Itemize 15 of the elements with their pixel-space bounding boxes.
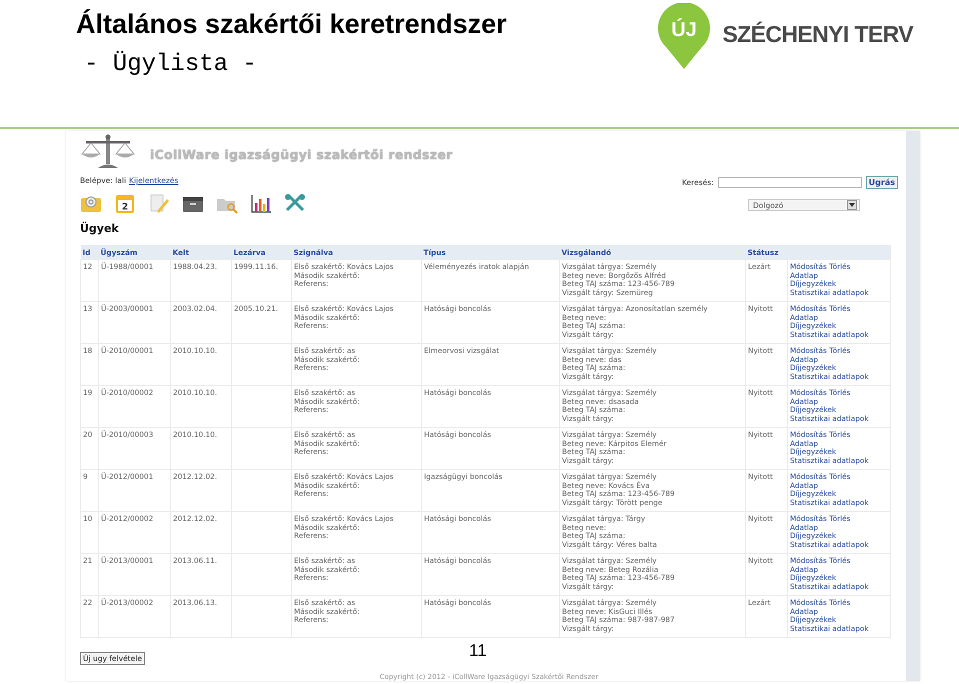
logo-text: SZÉCHENYI TERV xyxy=(722,21,913,48)
search-button[interactable]: Ugrás xyxy=(866,176,898,189)
bar-chart-icon[interactable] xyxy=(250,192,272,214)
slide-title: Általános szakértői keretrendszer xyxy=(76,8,507,40)
tools-icon[interactable] xyxy=(284,192,306,214)
section-heading: Ügyek xyxy=(80,222,120,235)
scales-icon xyxy=(80,134,136,170)
app-title: iCollWare igazságügyi szakértői rendszer xyxy=(150,146,453,162)
calendar-icon[interactable]: 2 xyxy=(114,192,136,214)
search-field[interactable] xyxy=(718,177,862,188)
slide-subtitle: - Ügylista - xyxy=(84,50,258,80)
note-pencil-icon[interactable] xyxy=(148,192,170,214)
caret-icon xyxy=(847,200,857,210)
page-number: 11 xyxy=(469,641,487,661)
pin-badge: ÚJ xyxy=(658,3,710,69)
